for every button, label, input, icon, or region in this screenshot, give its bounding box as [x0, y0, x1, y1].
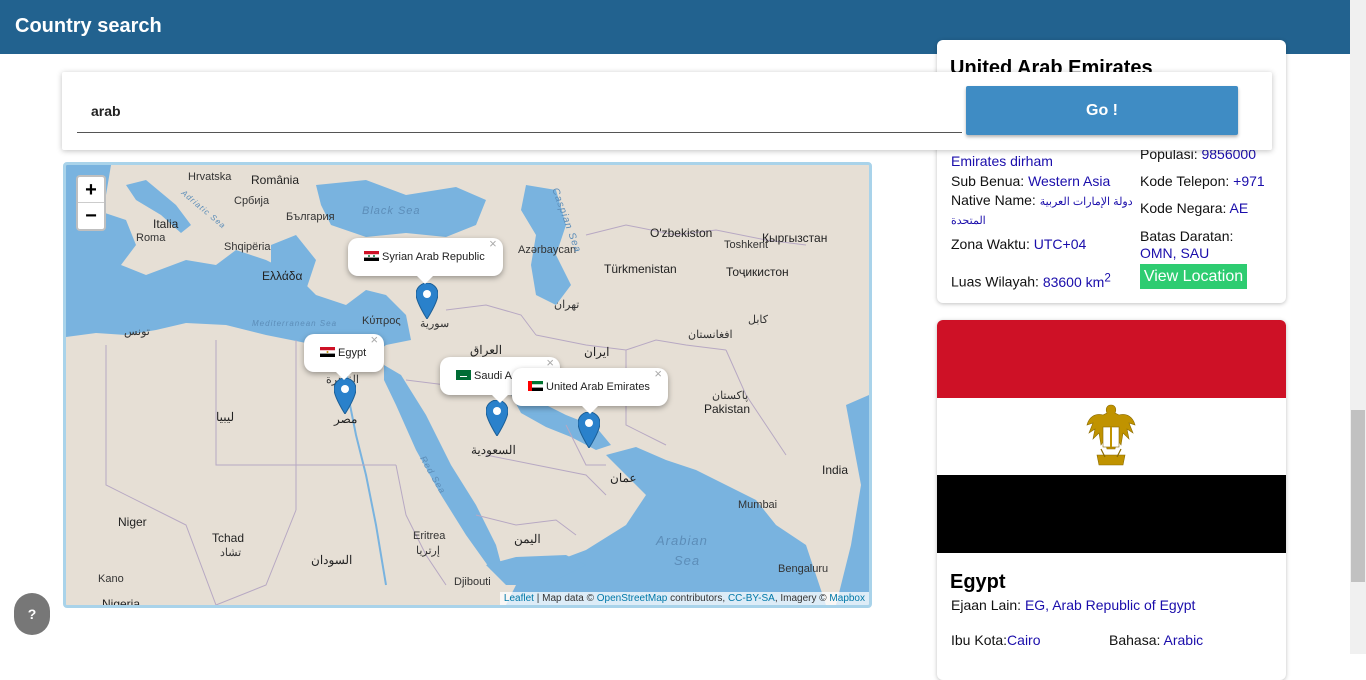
saudi-flag-icon [456, 370, 471, 381]
map-label: Sea [674, 553, 701, 568]
map-label: Bengaluru [778, 563, 829, 575]
zoom-out-button[interactable]: − [78, 203, 104, 229]
map-label: România [251, 173, 300, 187]
popup-label: Egypt [338, 347, 367, 359]
map-label: Тоҷикистон [726, 265, 789, 279]
country-title: Egypt [950, 571, 1006, 593]
map-popup-syria: Syrian Arab Republic × [348, 236, 503, 284]
country-card-egypt: Egypt Ejaan Lain: EG, Arab Republic of E… [937, 320, 1286, 680]
map-label: Black Sea [362, 205, 421, 217]
map-label: السعودية [471, 443, 516, 457]
native-name-row: Native Name: دولة الإمارات العربية المتح… [951, 192, 1133, 227]
area-row: Luas Wilayah: 83600 km2 [951, 271, 1111, 290]
popup-close-icon[interactable]: × [654, 355, 662, 393]
eagle-of-saladin-icon [1086, 404, 1136, 466]
map-label: Italia [153, 217, 179, 231]
scrollbar-thumb[interactable] [1351, 410, 1365, 582]
map-label: Tchad [212, 531, 245, 545]
map-marker-uae[interactable] [578, 412, 600, 448]
map-label: Mediterranean Sea [252, 319, 338, 328]
app-title: Country search [15, 15, 162, 37]
map-label: Kano [98, 573, 124, 585]
popup-close-icon[interactable]: × [489, 225, 497, 263]
country-code-row: Kode Negara: AE [1140, 200, 1249, 216]
map-label: Србија [234, 195, 270, 207]
map-label: العراق [470, 343, 503, 357]
osm-link[interactable]: OpenStreetMap [597, 593, 668, 604]
language-row: Bahasa: Arabic [1109, 632, 1204, 648]
map-label: پاکستان [712, 390, 749, 402]
map-label: ایران [584, 345, 610, 359]
map-label: کابل [748, 314, 768, 326]
map-view[interactable]: + − România Hrvatska Србија България Ita… [63, 162, 872, 608]
alt-spellings-row: Ejaan Lain: EG, Arab Republic of Egypt [951, 597, 1196, 613]
map-label: مصر [334, 412, 358, 426]
leaflet-link[interactable]: Leaflet [504, 593, 534, 604]
map-popup-egypt: Egypt × [304, 332, 385, 380]
search-panel: Go ! [62, 72, 1272, 150]
map-label: تشاد [220, 547, 242, 559]
popup-label: Syrian Arab Republic [382, 251, 485, 263]
borders-value: OMN, SAU [1140, 245, 1210, 261]
map-label: عمان [610, 471, 637, 485]
popup-label: United Arab Emirates [546, 381, 650, 393]
map-label: Arabian [656, 533, 708, 548]
license-link[interactable]: CC-BY-SA [728, 593, 775, 604]
map-label: Shqipëria [224, 241, 271, 253]
map-label: تهران [554, 299, 580, 311]
map-marker-saudi[interactable] [486, 400, 508, 436]
zoom-in-button[interactable]: + [78, 177, 104, 203]
map-label: Niger [118, 515, 147, 529]
map-label: Nigeria [102, 597, 141, 608]
map-label: O'zbekiston [650, 226, 713, 240]
map-label: Djibouti [454, 576, 491, 588]
map-label: India [822, 463, 849, 477]
map-label: Eritrea [413, 530, 446, 542]
popup-close-icon[interactable]: × [371, 321, 379, 359]
map-label: افغانستان [688, 329, 733, 341]
map-label: Türkmenistan [604, 262, 677, 276]
currency-value: Emirates dirham [951, 153, 1053, 169]
map-label: Ελλάδα [262, 269, 303, 283]
egypt-flag [937, 320, 1286, 553]
map-attribution: Leaflet | Map data © OpenStreetMap contr… [499, 592, 869, 605]
popup-label: Saudi A [474, 370, 512, 382]
page-scrollbar[interactable] [1350, 0, 1366, 654]
map-label: Roma [136, 232, 166, 244]
syria-flag-icon [364, 251, 379, 262]
egypt-flag-icon [320, 347, 335, 358]
map-label: Pakistan [704, 402, 751, 416]
map-marker-egypt[interactable] [334, 378, 356, 414]
subregion-row: Sub Benua: Western Asia [951, 173, 1111, 189]
timezone-row: Zona Waktu: UTC+04 [951, 236, 1087, 252]
help-button[interactable]: ? [14, 593, 50, 635]
search-input[interactable] [77, 90, 962, 133]
calling-code-row: Kode Telepon: +971 [1140, 173, 1265, 189]
uae-flag-icon [528, 381, 543, 392]
map-label: Mumbai [738, 499, 778, 511]
borders-label: Batas Daratan: [1140, 228, 1234, 244]
map-popup-uae: United Arab Emirates × [512, 366, 668, 414]
mapbox-link[interactable]: Mapbox [829, 593, 865, 604]
map-label: اليمن [514, 532, 541, 546]
map-label: Кыргызстан [762, 231, 828, 245]
map-label: تونس [124, 326, 150, 338]
map-label: България [286, 211, 335, 223]
view-location-button[interactable]: View Location [1140, 264, 1247, 289]
map-label: السودان [311, 553, 353, 567]
zoom-control: + − [76, 175, 106, 231]
map-marker-syria[interactable] [416, 283, 438, 319]
map-label: Azərbaycan [518, 244, 577, 256]
map-label: Hrvatska [188, 171, 232, 183]
map-label: إرتريا [416, 545, 440, 557]
go-button[interactable]: Go ! [966, 86, 1238, 135]
capital-row: Ibu Kota:Cairo [951, 632, 1041, 648]
map-label: ليبيا [216, 410, 235, 424]
map-label: Κύπρος [362, 315, 401, 327]
